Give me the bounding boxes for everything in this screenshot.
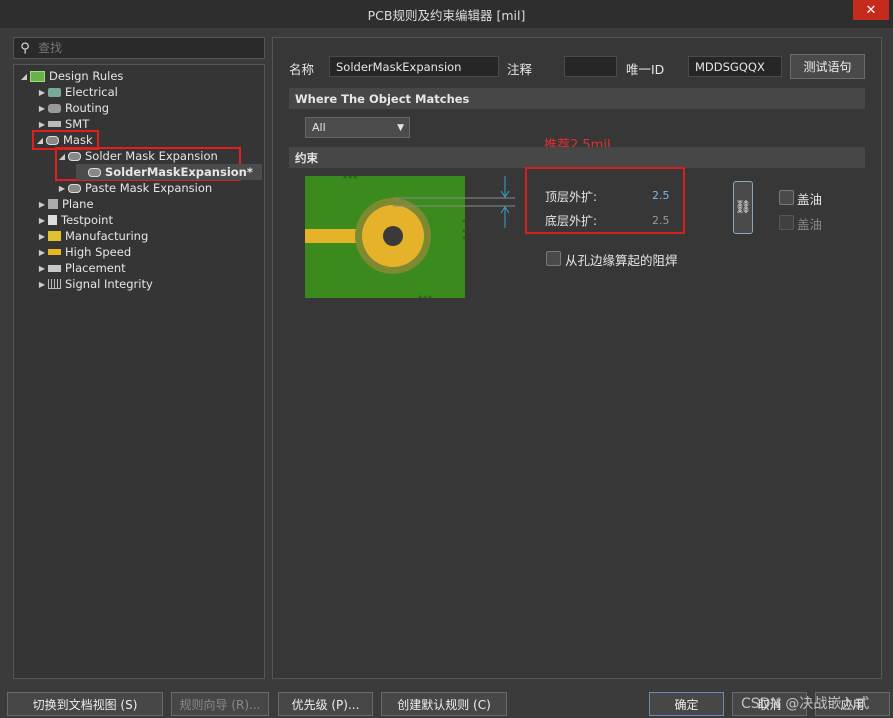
comment-field[interactable]	[564, 56, 617, 77]
tree-item-testpoint[interactable]: ▶ Testpoint	[36, 212, 113, 228]
chevron-down-icon: ▼	[397, 122, 404, 133]
link-icon: ⛓	[734, 200, 752, 215]
bottom-expansion-input[interactable]: 2.5	[652, 214, 670, 227]
collapse-arrow-icon[interactable]: ▶	[36, 248, 48, 257]
tree-item-label: Paste Mask Expansion	[85, 181, 213, 195]
close-button[interactable]: ✕	[853, 0, 889, 20]
expand-arrow-icon[interactable]: ◢	[56, 152, 68, 161]
tree-item-solder-mask-expansion[interactable]: ◢ Solder Mask Expansion	[56, 148, 218, 164]
routing-icon	[48, 103, 61, 113]
window-titlebar: PCB规则及约束编辑器 [mil] ✕	[0, 0, 893, 28]
collapse-arrow-icon[interactable]: ▶	[56, 184, 68, 193]
constraints-header: 约束	[289, 147, 865, 168]
manufacturing-icon	[48, 231, 61, 241]
drill-hole	[383, 226, 403, 246]
collapse-arrow-icon[interactable]: ▶	[36, 200, 48, 209]
collapse-arrow-icon[interactable]: ▶	[36, 120, 48, 129]
name-field[interactable]: SolderMaskExpansion	[329, 56, 499, 77]
tree-item-label: Routing	[65, 101, 110, 115]
tree-item-smt[interactable]: ▶ SMT	[36, 116, 89, 132]
tree-item-label: Mask	[63, 133, 93, 147]
test-query-button[interactable]: 测试语句	[790, 54, 865, 79]
collapse-arrow-icon[interactable]: ▶	[36, 280, 48, 289]
tree-item-label: SMT	[65, 117, 90, 131]
priority-button[interactable]: 优先级 (P)...	[278, 692, 373, 716]
unique-id-label: 唯一ID	[626, 62, 665, 77]
rules-tree[interactable]: ◢ Design Rules ▶ Electrical ▶ Routing ▶ …	[13, 64, 265, 679]
search-input[interactable]	[36, 40, 240, 56]
testpoint-icon	[48, 215, 57, 225]
tree-item-label: Testpoint	[61, 213, 113, 227]
tree-item-label: High Speed	[65, 245, 132, 259]
watermark: CSDN @决战嵌入式	[741, 696, 870, 712]
create-default-rules-button[interactable]: 创建默认规则 (C)	[381, 692, 507, 716]
match-scope-dropdown[interactable]: All ▼	[305, 117, 410, 138]
mask-icon	[46, 135, 59, 145]
bottom-expansion-label: 底层外扩:	[545, 214, 598, 228]
window-title: PCB规则及约束编辑器 [mil]	[367, 7, 526, 23]
dropdown-value: All	[312, 121, 326, 134]
tree-item-label: SolderMaskExpansion*	[105, 165, 253, 179]
tree-item-label: Design Rules	[49, 69, 124, 83]
search-icon: ⚲	[20, 40, 30, 56]
from-hole-edge-label: 从孔边缘算起的阻焊	[565, 253, 678, 268]
tree-item-label: Placement	[65, 261, 126, 275]
tree-item-plane[interactable]: ▶ Plane	[36, 196, 94, 212]
from-hole-edge-checkbox[interactable]	[546, 251, 561, 266]
collapse-arrow-icon[interactable]: ▶	[36, 264, 48, 273]
tree-item-label: Plane	[62, 197, 94, 211]
name-value: SolderMaskExpansion	[336, 59, 462, 74]
high-speed-icon	[48, 249, 61, 255]
tree-item-design-rules[interactable]: ◢ Design Rules	[18, 68, 123, 84]
smt-icon	[48, 121, 61, 127]
tree-item-high-speed[interactable]: ▶ High Speed	[36, 244, 131, 260]
rule-icon	[88, 167, 101, 177]
electrical-icon	[48, 87, 61, 97]
tree-item-mask[interactable]: ◢ Mask	[32, 130, 99, 150]
tree-item-label: Electrical	[65, 85, 118, 99]
plane-icon	[48, 199, 58, 209]
expand-arrow-icon[interactable]: ◢	[18, 72, 30, 81]
switch-document-view-button[interactable]: 切换到文档视图 (S)	[7, 692, 163, 716]
where-matches-header: Where The Object Matches	[289, 88, 865, 109]
tree-item-solder-rule-selected[interactable]: SolderMaskExpansion*	[76, 164, 262, 180]
solder-mask-diagram	[305, 176, 515, 298]
unique-id-value: MDDSGQQX	[695, 59, 765, 74]
tent-bottom-checkbox[interactable]	[779, 215, 794, 230]
tree-item-electrical[interactable]: ▶ Electrical	[36, 84, 118, 100]
tree-item-routing[interactable]: ▶ Routing	[36, 100, 109, 116]
unique-id-field[interactable]: MDDSGQQX	[688, 56, 782, 77]
design-rules-icon	[30, 70, 45, 82]
comment-label: 注释	[507, 62, 533, 77]
link-toggle-button[interactable]: ⛓	[733, 181, 753, 234]
collapse-arrow-icon[interactable]: ▶	[36, 104, 48, 113]
tree-item-label: Solder Mask Expansion	[85, 149, 218, 163]
expand-arrow-icon[interactable]: ◢	[34, 136, 46, 145]
tree-item-label: Manufacturing	[65, 229, 149, 243]
ok-button[interactable]: 确定	[649, 692, 724, 716]
tent-top-checkbox[interactable]	[779, 190, 794, 205]
collapse-arrow-icon[interactable]: ▶	[36, 232, 48, 241]
search-box[interactable]: ⚲	[13, 37, 265, 59]
placement-icon	[48, 264, 61, 272]
name-label: 名称	[289, 62, 315, 77]
tree-item-placement[interactable]: ▶ Placement	[36, 260, 126, 276]
tree-item-paste-mask-expansion[interactable]: ▶ Paste Mask Expansion	[56, 180, 212, 196]
top-expansion-label: 顶层外扩:	[545, 190, 598, 204]
rule-editor-panel: 名称 SolderMaskExpansion 注释 唯一ID MDDSGQQX …	[272, 37, 882, 679]
signal-integrity-icon	[48, 279, 61, 289]
top-expansion-input[interactable]: 2.5	[652, 189, 670, 202]
collapse-arrow-icon[interactable]: ▶	[36, 88, 48, 97]
tent-top-label: 盖油	[797, 192, 823, 207]
close-icon: ✕	[865, 2, 877, 18]
collapse-arrow-icon[interactable]: ▶	[36, 216, 48, 225]
paste-mask-icon	[68, 183, 81, 193]
rule-wizard-button[interactable]: 规则向导 (R)...	[171, 692, 269, 716]
solder-mask-icon	[68, 151, 81, 161]
tent-bottom-label: 盖油	[797, 217, 823, 232]
tree-item-label: Signal Integrity	[65, 277, 153, 291]
tree-item-signal-integrity[interactable]: ▶ Signal Integrity	[36, 276, 153, 292]
tree-item-manufacturing[interactable]: ▶ Manufacturing	[36, 228, 148, 244]
